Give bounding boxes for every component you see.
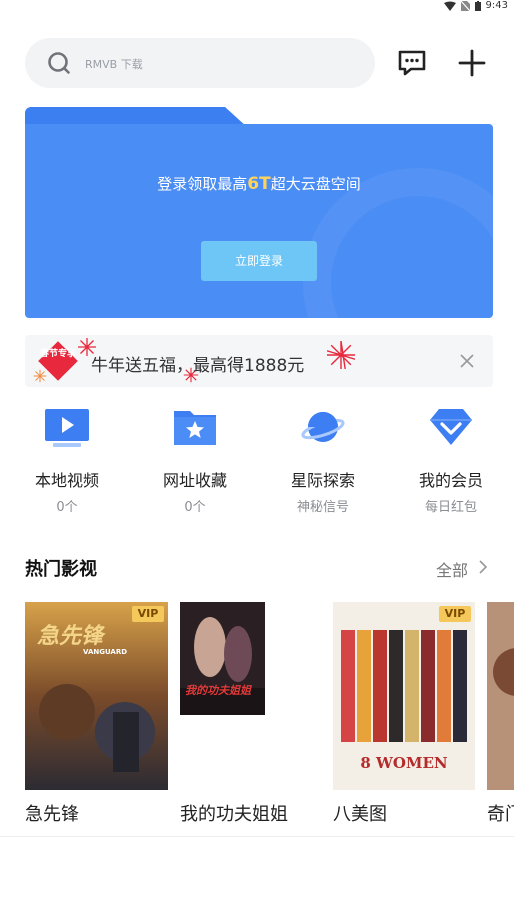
festival-banner[interactable]: 春节专享 牛年送五福，最高得1888元: [25, 335, 493, 387]
cloud-promo-text: 登录领取最高6T超大云盘空间: [25, 173, 493, 194]
movie-title[interactable]: 我的功夫姐姐: [180, 800, 288, 826]
quick-item-vip[interactable]: 我的会员 每日红包: [396, 405, 506, 515]
quick-item-label: 星际探索: [290, 471, 355, 490]
divider: [0, 836, 514, 837]
battery-icon: [474, 0, 481, 11]
promo-suffix: 超大云盘空间: [270, 175, 361, 193]
quick-item-local-video[interactable]: 本地视频 0个: [12, 405, 122, 515]
poster-title-text: 急先锋: [37, 624, 104, 649]
quick-item-sub: 0个: [184, 500, 206, 515]
status-time: 9:43: [485, 0, 508, 11]
search-placeholder: RMVB 下载: [85, 58, 143, 71]
chevron-right-icon[interactable]: [476, 560, 490, 574]
quick-item-sub: 每日红包: [424, 500, 477, 515]
quick-item-label: 网址收藏: [162, 471, 227, 490]
quick-item-label: 本地视频: [34, 471, 99, 490]
poster-title-text: 8 WOMEN: [360, 754, 448, 772]
message-icon[interactable]: [397, 48, 427, 78]
vip-badge: VIP: [439, 606, 471, 622]
quick-item-bookmarks[interactable]: 网址收藏 0个: [140, 405, 250, 515]
poster-art: [487, 602, 514, 790]
hot-movies-header: 热门影视 全部: [25, 555, 490, 583]
movie-poster[interactable]: VIP 急先锋 VANGUARD: [25, 602, 168, 790]
poster-art: [180, 602, 265, 715]
search-input[interactable]: RMVB 下载: [25, 38, 375, 88]
cloud-promo-panel: 登录领取最高6T超大云盘空间 立即登录: [25, 124, 493, 318]
vip-badge: VIP: [132, 606, 164, 622]
movie-poster[interactable]: 我的功夫姐姐: [180, 602, 265, 715]
promo-prefix: 登录领取最高: [157, 175, 248, 193]
search-icon: [48, 52, 70, 74]
poster-title-text: 我的功夫姐姐: [185, 684, 251, 697]
movie-title[interactable]: 八美图: [333, 800, 387, 826]
add-icon[interactable]: [457, 48, 487, 78]
search-row: RMVB 下载: [25, 38, 495, 88]
folder-star-icon: [174, 411, 216, 445]
quick-item-sub: 0个: [56, 500, 78, 515]
movie-title[interactable]: 急先锋: [25, 800, 79, 826]
promo-highlight: 6T: [247, 174, 271, 194]
movie-shelf: VIP 急先锋 VANGUARD 急先锋 我的功夫姐姐 我的功夫姐姐 VIP 8…: [0, 602, 514, 832]
status-bar: 9:43: [0, 0, 514, 12]
status-icons: 9:43: [443, 0, 508, 11]
movie-title[interactable]: 奇门: [487, 800, 514, 826]
vip-diamond-icon: [430, 409, 472, 445]
wifi-icon: [443, 1, 456, 11]
see-all-link[interactable]: 全部: [436, 557, 468, 581]
festival-badge-text: 春节专享: [39, 349, 76, 359]
festival-text: 牛年送五福，最高得1888元: [91, 356, 305, 376]
poster-subtitle-text: VANGUARD: [83, 648, 128, 656]
close-icon[interactable]: [459, 353, 475, 369]
section-title: 热门影视: [25, 559, 97, 580]
firework-icon: [33, 369, 47, 383]
movie-poster[interactable]: [487, 602, 514, 790]
login-button[interactable]: 立即登录: [201, 241, 317, 281]
firework-icon: [327, 341, 355, 369]
quick-item-label: 我的会员: [418, 471, 483, 490]
planet-icon: [301, 412, 345, 442]
cloud-promo-card: 登录领取最高6T超大云盘空间 立即登录: [25, 107, 493, 318]
video-play-icon: [45, 409, 89, 447]
movie-poster[interactable]: VIP 8 WOMEN: [333, 602, 475, 790]
quick-access-row: 本地视频 0个 网址收藏 0个 星际探索 神秘信号 我的会员 每日红包: [0, 405, 514, 515]
quick-item-explore[interactable]: 星际探索 神秘信号: [268, 405, 378, 515]
no-sim-icon: [460, 0, 470, 11]
quick-item-sub: 神秘信号: [296, 500, 349, 515]
